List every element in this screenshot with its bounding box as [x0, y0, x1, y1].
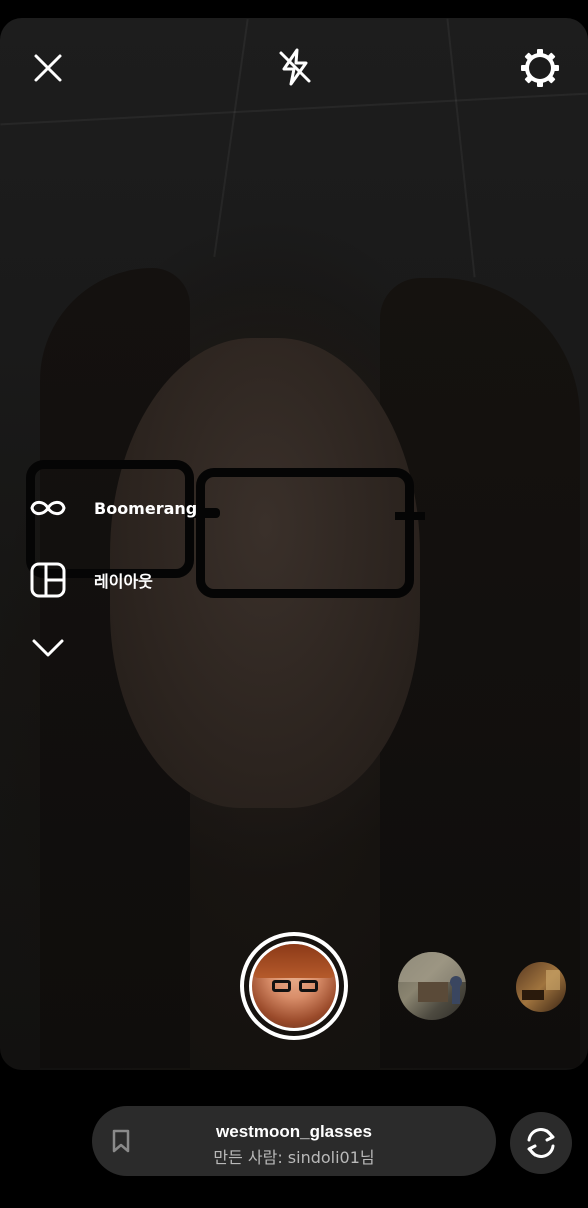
ceiling-line [446, 18, 476, 278]
flip-camera-button[interactable] [510, 1112, 572, 1174]
layout-label: 레이아웃 [94, 572, 153, 591]
effect-info-pill[interactable]: westmoon_glasses 만든 사람: sindoli01님 [92, 1106, 496, 1176]
layout-icon [28, 560, 68, 600]
capture-button[interactable] [240, 932, 348, 1040]
glasses-lens-right [196, 468, 414, 598]
camera-flip-icon [527, 1128, 555, 1158]
effect-thumb-room-2[interactable] [516, 962, 566, 1012]
glasses-arm [395, 512, 425, 520]
chevron-down-icon [32, 639, 64, 657]
flash-button[interactable] [272, 44, 318, 90]
expand-menu-button[interactable] [28, 630, 68, 666]
ceiling-line [0, 92, 588, 126]
flash-off-icon [279, 48, 311, 86]
selected-effect-thumbnail [249, 941, 339, 1031]
effect-name: westmoon_glasses [216, 1122, 372, 1141]
effect-thumb-image [522, 970, 560, 1000]
effect-thumb-room[interactable] [398, 952, 466, 1020]
ceiling-line [213, 19, 249, 257]
close-icon [34, 54, 62, 82]
infinity-icon [28, 488, 68, 528]
close-button[interactable] [26, 46, 70, 90]
effect-preview-hair [252, 944, 336, 978]
gear-icon [521, 49, 559, 87]
boomerang-label: Boomerang [94, 498, 198, 518]
settings-button[interactable] [516, 44, 564, 92]
boomerang-option[interactable]: Boomerang [28, 488, 197, 528]
effect-thumb-image [398, 952, 466, 1004]
layout-option[interactable]: 레이아웃 [28, 560, 153, 600]
camera-screen: Boomerang 레이아웃 westmoon_glasses 만든 사람: s… [0, 0, 588, 1208]
effect-creator: 만든 사람: sindoli01님 [213, 1148, 375, 1167]
effect-preview-glasses [272, 980, 318, 992]
camera-preview [0, 18, 588, 1070]
